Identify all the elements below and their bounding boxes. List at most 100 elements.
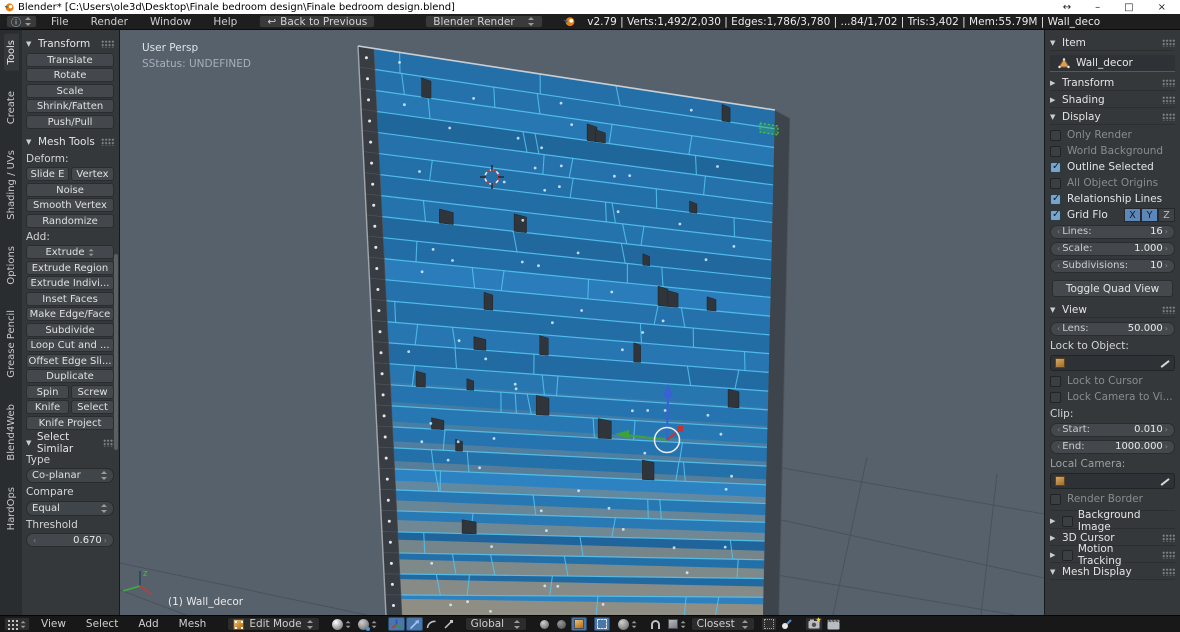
panel-grip-icon[interactable] bbox=[1162, 568, 1175, 576]
slide-edge-button[interactable]: Slide E bbox=[26, 167, 69, 181]
field-left-arrow-icon[interactable]: ‹ bbox=[1055, 442, 1062, 451]
panel-header-transform-props[interactable]: ▶ Transform bbox=[1050, 76, 1175, 91]
tab-tools[interactable]: Tools bbox=[3, 34, 19, 71]
slider-right-arrow-icon[interactable]: › bbox=[102, 536, 109, 545]
render-opengl-animation-button[interactable] bbox=[825, 617, 842, 631]
panel-header-shading[interactable]: ▶ Shading bbox=[1050, 93, 1175, 108]
manipulator-rotate-button[interactable] bbox=[424, 617, 440, 631]
knife-button[interactable]: Knife bbox=[26, 400, 69, 414]
viewport-3d[interactable]: z User Persp SStatus: UNDEFINED (1) Wall… bbox=[120, 30, 1044, 615]
menu-window[interactable]: Window bbox=[142, 16, 199, 28]
panel-header-select-similar[interactable]: ▼ Select Similar bbox=[26, 431, 115, 455]
menu-view[interactable]: View bbox=[32, 618, 75, 630]
eyedropper-icon[interactable] bbox=[1159, 476, 1170, 487]
manipulator-translate-button[interactable] bbox=[405, 617, 423, 631]
window-close-button[interactable]: × bbox=[1158, 1, 1166, 14]
lock-to-cursor-checkbox[interactable] bbox=[1050, 375, 1061, 387]
lens-field[interactable]: ‹ Lens: 50.000 › bbox=[1050, 321, 1175, 336]
field-right-arrow-icon[interactable]: › bbox=[1163, 425, 1170, 434]
panel-header-display[interactable]: ▼ Display bbox=[1050, 110, 1175, 125]
toggle-quad-view-button[interactable]: Toggle Quad View bbox=[1052, 280, 1173, 297]
axis-z-toggle[interactable]: Z bbox=[1158, 208, 1175, 222]
outline-selected-checkbox[interactable] bbox=[1050, 161, 1061, 173]
field-left-arrow-icon[interactable]: ‹ bbox=[1055, 261, 1062, 270]
rotate-button[interactable]: Rotate bbox=[26, 68, 114, 82]
tab-grease-pencil[interactable]: Grease Pencil bbox=[4, 304, 19, 384]
panel-header-background-image[interactable]: ▶ Background Image bbox=[1050, 509, 1175, 533]
lock-camera-checkbox[interactable] bbox=[1050, 391, 1061, 403]
grid-subdivisions-field[interactable]: ‹ Subdivisions: 10 › bbox=[1050, 258, 1175, 273]
tab-shading-uvs[interactable]: Shading / UVs bbox=[4, 144, 19, 226]
local-camera-field[interactable] bbox=[1050, 473, 1175, 489]
relationship-lines-checkbox[interactable] bbox=[1050, 193, 1061, 205]
spin-button[interactable]: Spin bbox=[26, 384, 69, 399]
snap-normal-button[interactable] bbox=[779, 617, 795, 631]
inset-faces-button[interactable]: Inset Faces bbox=[26, 291, 114, 306]
viewport-shading-dropdown[interactable] bbox=[330, 617, 354, 631]
tab-hardops[interactable]: HardOps bbox=[4, 481, 19, 536]
render-opengl-image-button[interactable]: ★ bbox=[804, 616, 823, 631]
field-left-arrow-icon[interactable]: ‹ bbox=[1055, 227, 1062, 236]
vertex-select-button[interactable] bbox=[537, 617, 553, 631]
window-minimize-button[interactable]: – bbox=[1095, 1, 1100, 14]
panel-header-item[interactable]: ▼ Item bbox=[1050, 36, 1175, 51]
slider-left-arrow-icon[interactable]: ‹ bbox=[31, 536, 38, 545]
scale-button[interactable]: Scale bbox=[26, 83, 114, 98]
menu-file[interactable]: File bbox=[43, 16, 77, 28]
type-dropdown[interactable]: Co-planar bbox=[26, 468, 114, 483]
shrink-fatten-button[interactable]: Shrink/Fatten bbox=[26, 99, 114, 113]
menu-add[interactable]: Add bbox=[129, 618, 167, 630]
tab-blend4web[interactable]: Blend4Web bbox=[4, 398, 19, 467]
panel-grip-icon[interactable] bbox=[1162, 306, 1175, 314]
field-right-arrow-icon[interactable]: › bbox=[1163, 261, 1170, 270]
pivot-point-dropdown[interactable] bbox=[356, 617, 380, 631]
field-right-arrow-icon[interactable]: › bbox=[1163, 324, 1170, 333]
threshold-slider[interactable]: ‹ 0.670 › bbox=[26, 533, 114, 547]
loop-cut-button[interactable]: Loop Cut and ... bbox=[26, 338, 114, 352]
panel-grip-icon[interactable] bbox=[1162, 39, 1175, 47]
panel-header-motion-tracking[interactable]: ▶ Motion Tracking bbox=[1050, 543, 1175, 567]
render-engine-dropdown[interactable]: Blender Render bbox=[425, 15, 544, 28]
panel-grip-icon[interactable] bbox=[101, 39, 114, 48]
knife-select-button[interactable]: Select bbox=[71, 400, 114, 414]
noise-button[interactable]: Noise bbox=[26, 182, 114, 197]
panel-grip-icon[interactable] bbox=[1162, 79, 1175, 87]
snap-toggle-button[interactable] bbox=[648, 617, 664, 631]
grid-scale-field[interactable]: ‹ Scale: 1.000 › bbox=[1050, 241, 1175, 256]
extrude-individual-button[interactable]: Extrude Indivi... bbox=[26, 276, 114, 290]
screw-button[interactable]: Screw bbox=[71, 384, 114, 399]
duplicate-button[interactable]: Duplicate bbox=[26, 369, 114, 383]
panel-header-transform[interactable]: ▼ Transform bbox=[26, 36, 114, 51]
panel-grip-icon[interactable] bbox=[1162, 551, 1175, 559]
field-left-arrow-icon[interactable]: ‹ bbox=[1055, 244, 1062, 253]
field-right-arrow-icon[interactable]: › bbox=[1163, 227, 1170, 236]
extrude-region-button[interactable]: Extrude Region bbox=[26, 260, 114, 275]
editor-type-button[interactable] bbox=[4, 617, 30, 631]
orientation-dropdown[interactable]: Global bbox=[464, 617, 527, 631]
only-render-checkbox[interactable] bbox=[1050, 129, 1061, 141]
tab-create[interactable]: Create bbox=[4, 85, 19, 130]
field-right-arrow-icon[interactable]: › bbox=[1163, 244, 1170, 253]
motion-tracking-checkbox[interactable] bbox=[1061, 549, 1073, 561]
tab-options[interactable]: Options bbox=[4, 240, 19, 291]
smooth-vertex-button[interactable]: Smooth Vertex bbox=[26, 198, 114, 212]
slide-vertex-button[interactable]: Vertex bbox=[71, 167, 114, 181]
window-resize-icon[interactable]: ↔ bbox=[1063, 1, 1071, 14]
extrude-button[interactable]: Extrude bbox=[26, 245, 114, 259]
panel-header-mesh-display[interactable]: ▼ Mesh Display bbox=[1050, 565, 1175, 580]
grid-lines-field[interactable]: ‹ Lines: 16 › bbox=[1050, 224, 1175, 239]
panel-grip-icon[interactable] bbox=[1162, 113, 1175, 121]
face-select-button[interactable] bbox=[570, 617, 587, 631]
axis-x-toggle[interactable]: X bbox=[1124, 208, 1141, 222]
axis-y-toggle[interactable]: Y bbox=[1141, 208, 1158, 222]
make-edge-face-button[interactable]: Make Edge/Face bbox=[26, 307, 114, 321]
subdivide-button[interactable]: Subdivide bbox=[26, 322, 114, 337]
background-image-checkbox[interactable] bbox=[1061, 515, 1073, 527]
lock-to-object-field[interactable] bbox=[1050, 355, 1175, 371]
snap-target-dropdown[interactable]: Closest bbox=[690, 617, 755, 631]
panel-header-mesh-tools[interactable]: ▼ Mesh Tools bbox=[26, 135, 114, 150]
menu-mesh[interactable]: Mesh bbox=[170, 618, 216, 630]
panel-grip-icon[interactable] bbox=[101, 138, 114, 146]
panel-grip-icon[interactable] bbox=[102, 439, 115, 447]
tool-shelf-scrollbar[interactable] bbox=[114, 254, 118, 450]
